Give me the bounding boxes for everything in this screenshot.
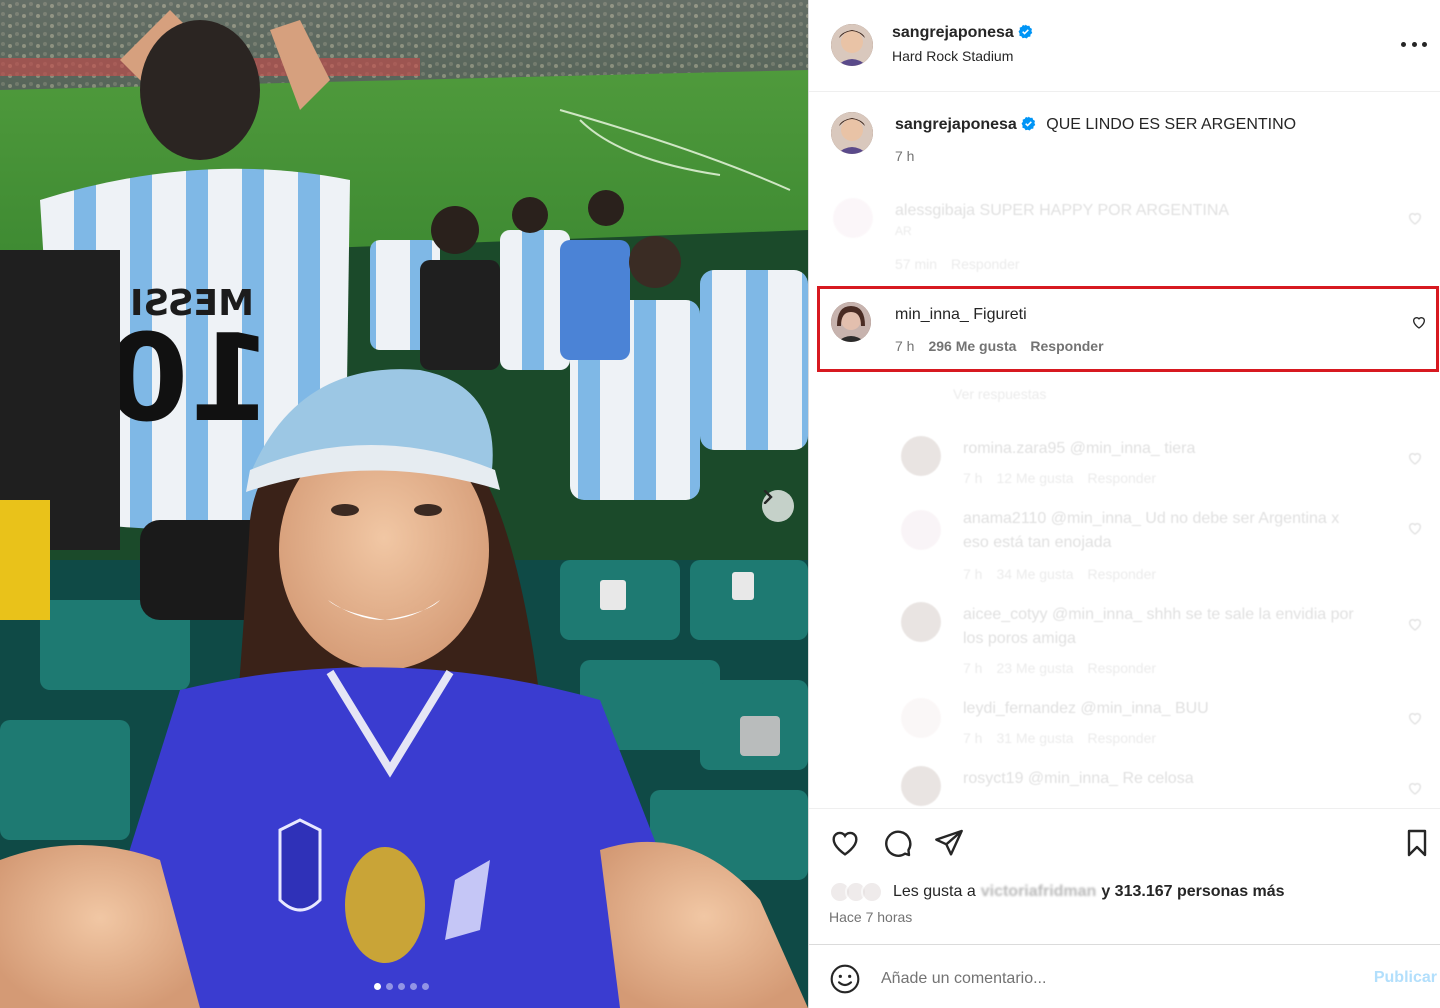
comment-likes[interactable]: 31 Me gusta: [996, 730, 1073, 746]
liker-username[interactable]: victoriafridman: [981, 883, 1097, 901]
comment-username[interactable]: leydi_fernandez: [963, 700, 1076, 717]
commenter-avatar[interactable]: [901, 698, 941, 738]
carousel-dot: [386, 983, 393, 990]
post-side-panel: sangrejaponesa Hard Rock Stadium sangrej…: [808, 0, 1440, 1008]
carousel-dot: [374, 983, 381, 990]
emoji-icon[interactable]: [829, 963, 861, 995]
carousel-dot: [398, 983, 405, 990]
post-media[interactable]: MESSI 10: [0, 0, 808, 1008]
likes-summary[interactable]: Les gusta a victoriafridman y 313.167 pe…: [829, 881, 1285, 903]
more-icon: [1401, 41, 1406, 47]
reply-button[interactable]: Responder: [1088, 730, 1157, 746]
more-icon: [1422, 41, 1427, 47]
likes-prefix: Les gusta a: [893, 883, 976, 900]
reply-button[interactable]: Responder: [1088, 470, 1157, 486]
heart-icon[interactable]: [1407, 710, 1423, 726]
comment-input[interactable]: [881, 965, 1341, 993]
caption-avatar[interactable]: [831, 112, 873, 154]
comment-text: @min_inna_ tiera: [1069, 440, 1196, 457]
liker-avatars: [829, 881, 883, 903]
highlight-box: [817, 286, 1439, 372]
caption-time: 7 h: [895, 148, 915, 164]
comment-text-line2: eso está tan enojada: [963, 534, 1112, 551]
likes-count[interactable]: y 313.167 personas más: [1101, 883, 1284, 901]
caption-username[interactable]: sangrejaponesa: [895, 116, 1017, 133]
comment-likes[interactable]: 12 Me gusta: [996, 470, 1073, 486]
carousel-dot: [422, 983, 429, 990]
comment-username[interactable]: anama2110: [963, 510, 1046, 527]
more-options-button[interactable]: [1401, 34, 1427, 54]
carousel-dot: [410, 983, 417, 990]
comment-time: 7 h: [963, 730, 983, 746]
reply-button[interactable]: Responder: [1088, 660, 1157, 676]
comment-time: 7 h: [963, 566, 983, 582]
post-timestamp: Hace 7 horas: [829, 909, 913, 925]
comment-text: @min_inna_ BUU: [1080, 700, 1209, 717]
verified-icon: [1018, 24, 1033, 39]
heart-icon[interactable]: [829, 827, 861, 859]
heart-icon[interactable]: [1407, 450, 1423, 466]
comment-text-line2: AR: [895, 224, 912, 238]
add-comment-bar: Publicar: [809, 944, 1440, 1008]
heart-icon[interactable]: [1407, 780, 1423, 796]
comment-text: SUPER HAPPY POR ARGENTINA: [979, 202, 1230, 219]
comment-text-line2: los poros amiga: [963, 630, 1076, 647]
comment-icon[interactable]: [881, 827, 913, 859]
commenter-avatar[interactable]: [901, 436, 941, 476]
author-avatar[interactable]: [831, 24, 873, 66]
heart-icon[interactable]: [1407, 520, 1423, 536]
commenter-avatar[interactable]: [901, 510, 941, 550]
author-username[interactable]: sangrejaponesa: [892, 24, 1014, 41]
comment-time: 7 h: [963, 470, 983, 486]
caption-text: QUE LINDO ES SER ARGENTINO: [1046, 116, 1297, 133]
carousel-next-button[interactable]: [762, 490, 794, 522]
comment-username[interactable]: rosyct19: [963, 770, 1023, 787]
bookmark-icon[interactable]: [1401, 827, 1433, 859]
chevron-right-icon: [763, 490, 773, 504]
location-link[interactable]: Hard Rock Stadium: [892, 48, 1033, 64]
comment-time: 7 h: [963, 660, 983, 676]
publish-button[interactable]: Publicar: [1374, 969, 1437, 987]
commenter-avatar[interactable]: [901, 602, 941, 642]
commenter-avatar[interactable]: [901, 766, 941, 806]
comment-text: @min_inna_ shhh se te sale la envidia po…: [1051, 606, 1354, 623]
more-icon: [1411, 41, 1417, 47]
comment-username[interactable]: romina.zara95: [963, 440, 1065, 457]
comment-text: @min_inna_ Ud no debe ser Argentina x: [1050, 510, 1340, 527]
comment-likes[interactable]: 34 Me gusta: [996, 566, 1073, 582]
view-replies-button[interactable]: Ver respuestas: [953, 386, 1046, 402]
share-icon[interactable]: [933, 827, 965, 859]
comment-time: 57 min: [895, 256, 938, 272]
comment-text: @min_inna_ Re celosa: [1027, 770, 1194, 787]
carousel-indicator: [374, 983, 429, 990]
liker-avatar: [861, 881, 883, 903]
verified-icon: [1021, 116, 1036, 131]
reply-button[interactable]: Responder: [951, 256, 1020, 272]
post-actions: Les gusta a victoriafridman y 313.167 pe…: [809, 808, 1440, 944]
comment-username[interactable]: aicee_cotyy: [963, 606, 1048, 623]
comment-likes[interactable]: 23 Me gusta: [996, 660, 1073, 676]
heart-icon[interactable]: [1407, 616, 1423, 632]
post-header: sangrejaponesa Hard Rock Stadium: [809, 0, 1440, 92]
reply-button[interactable]: Responder: [1088, 566, 1157, 582]
jersey-number-text: 10: [105, 310, 272, 449]
heart-icon[interactable]: [1407, 210, 1423, 226]
commenter-avatar[interactable]: [833, 198, 873, 238]
stadium-selfie-image: MESSI 10: [0, 0, 808, 1008]
comment-username[interactable]: alessgibaja: [895, 202, 975, 219]
